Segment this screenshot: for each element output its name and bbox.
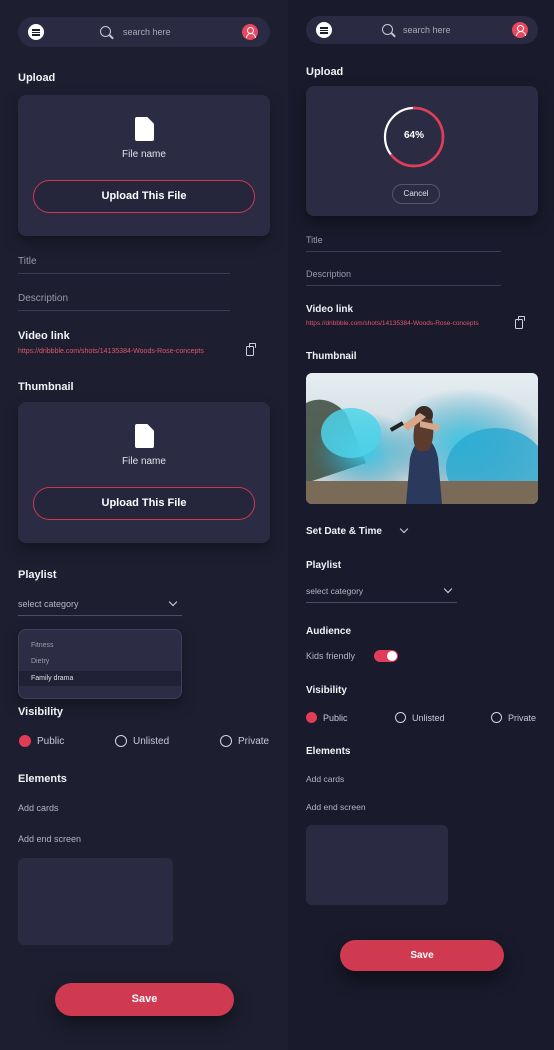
dropdown-option-fitness[interactable]: Fitness	[19, 642, 181, 654]
dropdown-option-dietry[interactable]: Dietry	[19, 658, 181, 670]
kids-friendly-toggle[interactable]	[374, 650, 398, 662]
add-cards-link[interactable]: Add cards	[306, 774, 344, 784]
upload-card: File name Upload This File	[18, 95, 270, 236]
search-icon[interactable]	[100, 26, 111, 37]
copy-icon[interactable]	[515, 316, 525, 329]
file-name-label: File name	[122, 149, 166, 160]
add-end-screen-link[interactable]: Add end screen	[18, 834, 81, 844]
menu-icon[interactable]	[316, 22, 332, 38]
user-icon[interactable]	[512, 22, 528, 38]
upload-file-button[interactable]: Upload This File	[33, 180, 255, 213]
radio-public-label: Public	[323, 713, 348, 723]
playlist-select[interactable]: select category	[306, 584, 457, 603]
video-link-url[interactable]: https://dribbble.com/shots/14135384-Wood…	[18, 348, 204, 355]
save-button[interactable]: Save	[340, 940, 504, 971]
description-field[interactable]: Description	[306, 269, 501, 286]
radio-private[interactable]	[491, 712, 502, 723]
upload-form-panel-right: search here Upload 64% Cancel Title Desc…	[288, 0, 554, 1050]
playlist-dropdown: Fitness Dietry Family drama	[18, 629, 182, 699]
video-link-heading: Video link	[306, 304, 354, 315]
search-bar[interactable]: search here	[18, 17, 270, 47]
file-name-label: File name	[122, 456, 166, 467]
chevron-down-icon	[168, 597, 178, 607]
add-end-screen-link[interactable]: Add end screen	[306, 802, 366, 812]
title-field[interactable]: Title	[18, 256, 230, 274]
playlist-heading: Playlist	[18, 569, 57, 581]
search-input[interactable]: search here	[123, 27, 171, 37]
chevron-down-icon[interactable]	[399, 524, 409, 534]
radio-unlisted-label: Unlisted	[412, 713, 445, 723]
upload-heading: Upload	[306, 66, 344, 78]
search-icon[interactable]	[382, 24, 393, 35]
radio-public[interactable]	[19, 735, 31, 747]
upload-thumbnail-button[interactable]: Upload This File	[33, 487, 255, 520]
radio-unlisted[interactable]	[395, 712, 406, 723]
video-link-heading: Video link	[18, 330, 70, 342]
search-bar[interactable]: search here	[306, 16, 538, 44]
radio-unlisted[interactable]	[115, 735, 127, 747]
playlist-select-value: select category	[18, 599, 79, 609]
radio-private-label: Private	[508, 713, 537, 723]
elements-heading: Elements	[18, 773, 67, 785]
thumbnail-heading: Thumbnail	[18, 381, 74, 393]
description-field[interactable]: Description	[18, 293, 230, 311]
copy-icon[interactable]	[246, 343, 256, 356]
radio-private-label: Private	[238, 736, 270, 747]
radio-unlisted-label: Unlisted	[133, 736, 170, 747]
upload-form-panel-left: search here Upload File name Upload This…	[0, 0, 288, 1050]
elements-heading: Elements	[306, 746, 351, 757]
playlist-select[interactable]: select category	[18, 597, 182, 616]
upload-heading: Upload	[18, 72, 56, 84]
file-icon	[135, 424, 154, 448]
radio-public[interactable]	[306, 712, 317, 723]
thumbnail-upload-card: File name Upload This File	[18, 402, 270, 543]
audience-heading: Audience	[306, 626, 352, 637]
thumbnail-image[interactable]	[306, 373, 538, 504]
search-input[interactable]: search here	[403, 25, 451, 35]
playlist-heading: Playlist	[306, 560, 342, 571]
thumbnail-heading: Thumbnail	[306, 351, 357, 362]
end-screen-preview[interactable]	[306, 825, 448, 905]
title-field[interactable]: Title	[306, 235, 501, 252]
file-icon	[135, 117, 154, 141]
end-screen-preview[interactable]	[18, 858, 173, 945]
cancel-button[interactable]: Cancel	[392, 184, 440, 204]
visibility-heading: Visibility	[306, 685, 347, 696]
chevron-down-icon	[443, 584, 453, 594]
radio-private[interactable]	[220, 735, 232, 747]
radio-public-label: Public	[37, 736, 65, 747]
menu-icon[interactable]	[28, 24, 44, 40]
kids-friendly-label: Kids friendly	[306, 651, 356, 661]
upload-progress-card: 64% Cancel	[306, 86, 538, 216]
save-button[interactable]: Save	[55, 983, 234, 1016]
user-icon[interactable]	[242, 24, 258, 40]
progress-percent: 64%	[403, 130, 424, 141]
add-cards-link[interactable]: Add cards	[18, 803, 59, 813]
set-date-time-dropdown[interactable]: Set Date & Time	[306, 526, 382, 537]
video-link-url[interactable]: https://dribbble.com/shots/14135384-Wood…	[306, 320, 479, 327]
dropdown-option-family-drama[interactable]: Family drama	[19, 671, 181, 686]
playlist-select-value: select category	[306, 586, 364, 596]
visibility-heading: Visibility	[18, 706, 64, 718]
